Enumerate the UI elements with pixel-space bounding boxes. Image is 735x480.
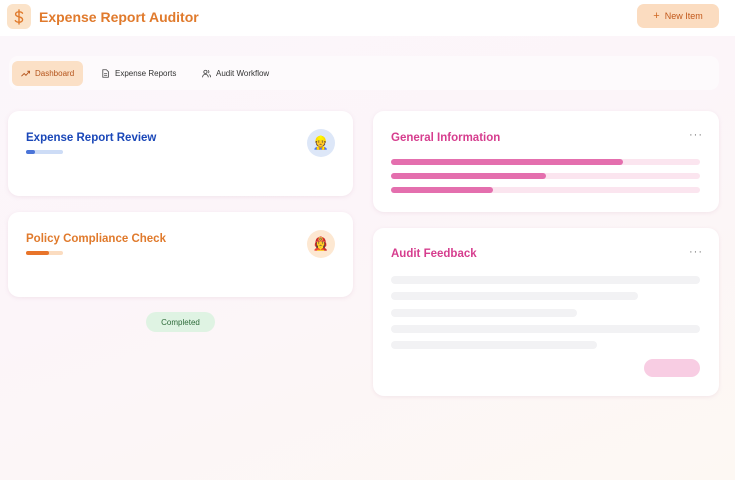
plus-icon: + [653,10,660,22]
audit-feedback-card[interactable]: Audit Feedback ··· [373,228,719,396]
new-item-button[interactable]: + New Item [637,4,719,28]
person-icon: 👷 [307,129,335,157]
person-icon: 👩‍🚒 [307,230,335,258]
skeleton-line [391,276,700,284]
tab-expense-reports[interactable]: Expense Reports [92,61,185,86]
policy-compliance-check-card[interactable]: Policy Compliance Check 👩‍🚒 [8,212,353,297]
progress-bar [26,150,63,154]
card-title: General Information [391,132,501,144]
card-title: Audit Feedback [391,248,477,260]
tab-label: Audit Workflow [216,69,270,78]
skeleton-line [391,325,700,333]
users-icon [202,69,211,78]
tab-audit-workflow[interactable]: Audit Workflow [193,61,278,86]
tab-dashboard[interactable]: Dashboard [12,61,84,86]
main-nav: Dashboard Expense Reports Audit Workflow [9,56,719,90]
new-item-label: New Item [664,11,703,21]
tab-label: Expense Reports [115,69,177,78]
card-title: Policy Compliance Check [26,233,166,245]
dollar-icon [7,4,31,29]
progress-fill [26,150,36,154]
info-bar-fill [391,187,493,193]
info-bar [391,173,700,179]
trending-up-icon [21,70,30,77]
info-bar-fill [391,173,546,179]
status-badge: Completed [146,312,215,332]
more-options-icon[interactable]: ··· [689,246,703,258]
app-header: Expense Report Auditor + New Item [0,0,735,36]
info-bar-fill [391,159,623,165]
tab-label: Dashboard [35,69,75,78]
info-bar [391,187,700,193]
expense-report-review-card[interactable]: Expense Report Review 👷 [8,111,353,196]
general-information-card[interactable]: General Information ··· [373,111,719,212]
document-icon [102,69,109,78]
skeleton-line [391,292,638,300]
skeleton-line [391,341,597,349]
more-options-icon[interactable]: ··· [689,129,703,141]
card-title: Expense Report Review [26,132,157,144]
progress-bar [26,251,63,255]
progress-fill [26,251,49,255]
app-title: Expense Report Auditor [39,9,199,25]
skeleton-line [391,309,577,317]
feedback-action-button[interactable] [644,359,700,377]
info-bar [391,159,700,165]
